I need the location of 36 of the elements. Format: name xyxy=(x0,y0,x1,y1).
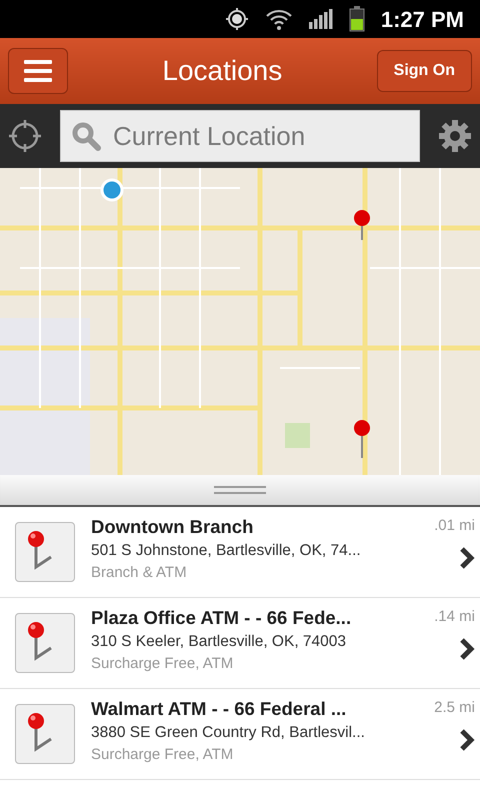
menu-button[interactable] xyxy=(8,48,68,94)
location-name: Downtown Branch xyxy=(91,515,254,539)
pin-icon xyxy=(15,704,75,764)
page-title: Locations xyxy=(162,54,282,88)
location-distance: .14 mi xyxy=(434,607,475,627)
wifi-icon xyxy=(264,8,293,30)
location-name: Walmart ATM - - 66 Federal ... xyxy=(91,697,348,721)
chevron-right-icon xyxy=(459,728,475,752)
location-services: Branch & ATM xyxy=(91,563,188,584)
chevron-right-icon xyxy=(459,546,475,570)
pin-icon xyxy=(15,522,75,582)
location-name: Plaza Office ATM - - 66 Fede... xyxy=(91,606,352,630)
battery-icon xyxy=(348,6,365,32)
chevron-right-icon xyxy=(459,636,475,660)
location-row[interactable]: Walmart ATM - - 66 Federal ... 3880 SE Green Country Rd, Bartlesvil... Surcharge Free, ATM 2.5 mi xyxy=(0,689,480,780)
location-row[interactable]: Downtown Branch 501 S Johnstone, Bartlesville, OK, 74... Branch & ATM .01 mi xyxy=(0,507,480,598)
settings-icon[interactable] xyxy=(438,119,472,153)
location-address: 3880 SE Green Country Rd, Bartlesvil... xyxy=(91,723,366,744)
drag-handle[interactable] xyxy=(0,475,480,507)
location-services: Surcharge Free, ATM xyxy=(91,654,234,674)
location-address: 310 S Keeler, Bartlesville, OK, 74003 xyxy=(91,632,348,652)
location-distance: .01 mi xyxy=(434,516,475,536)
menu-icon xyxy=(24,59,52,83)
signal-icon xyxy=(308,9,333,29)
gps-icon xyxy=(224,7,249,31)
locate-icon[interactable] xyxy=(8,119,42,153)
location-row[interactable]: Plaza Office ATM - - 66 Fede... 310 S Keeler, Bartlesville, OK, 74003 Surcharge Free, ATM .14 mi xyxy=(0,598,480,689)
location-distance: 2.5 mi xyxy=(434,698,475,718)
grip-icon xyxy=(214,486,266,494)
pin-icon xyxy=(15,613,75,673)
search-field[interactable]: Current Location xyxy=(60,110,420,162)
status-time: 1:27 PM xyxy=(380,6,464,34)
location-services: Surcharge Free, ATM xyxy=(91,745,234,766)
location-address: 501 S Johnstone, Bartlesville, OK, 74... xyxy=(91,541,362,562)
sign-on-button[interactable]: Sign On xyxy=(376,50,472,92)
search-icon xyxy=(70,120,102,152)
